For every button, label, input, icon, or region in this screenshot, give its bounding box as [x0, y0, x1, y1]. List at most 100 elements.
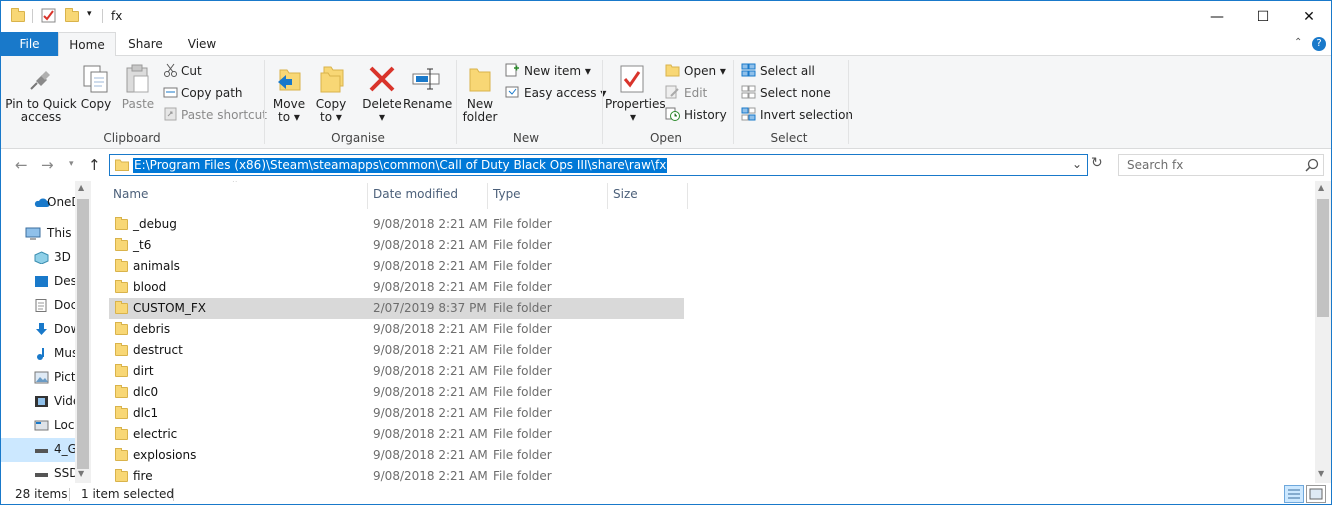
- file-date: 9/08/2018 2:21 AM: [373, 322, 488, 336]
- file-list-scroll-thumb[interactable]: [1317, 199, 1329, 317]
- file-row-selected[interactable]: CUSTOM_FX 2/07/2019 8:37 PM File folder: [109, 298, 684, 319]
- scroll-up-icon[interactable]: ▲: [78, 183, 84, 192]
- address-dropdown-chevron-icon[interactable]: ⌄: [1072, 157, 1082, 171]
- column-header-date-modified[interactable]: Date modified: [373, 187, 458, 201]
- desktop-icon: [34, 275, 49, 288]
- nav-item-local-disk[interactable]: Loc: [1, 414, 75, 438]
- nav-item-4g-drive[interactable]: 4_G: [1, 438, 77, 462]
- select-none-button[interactable]: Select none: [760, 86, 831, 100]
- new-folder-qat-icon[interactable]: [65, 8, 79, 22]
- column-header-type[interactable]: Type: [493, 187, 521, 201]
- folder-icon: [115, 301, 128, 314]
- file-row[interactable]: animals 9/08/2018 2:21 AM File folder: [109, 256, 684, 277]
- folder-icon: [115, 385, 128, 398]
- edit-button[interactable]: Edit: [684, 86, 707, 100]
- file-row[interactable]: dirt 9/08/2018 2:21 AM File folder: [109, 361, 684, 382]
- folder-icon: [115, 322, 128, 335]
- copy-to-button[interactable]: Copy to ▾: [311, 98, 351, 124]
- file-row[interactable]: _t6 9/08/2018 2:21 AM File folder: [109, 235, 684, 256]
- scroll-down-icon[interactable]: ▼: [1318, 469, 1324, 478]
- minimize-button[interactable]: —: [1194, 1, 1240, 32]
- ribbon: Pin to Quick access Copy Paste Cut Copy …: [1, 56, 1331, 149]
- nav-item-downloads[interactable]: Dow: [1, 318, 80, 342]
- history-button[interactable]: History: [684, 108, 727, 122]
- back-arrow-icon[interactable]: ←: [15, 156, 28, 174]
- nav-item-music[interactable]: Mus: [1, 342, 78, 366]
- search-input[interactable]: Search fx: [1127, 158, 1183, 172]
- new-item-button[interactable]: New item ▾: [524, 64, 591, 78]
- file-type: File folder: [493, 301, 552, 315]
- forward-arrow-icon[interactable]: →: [41, 156, 54, 174]
- nav-item-3d-objects[interactable]: 3D C: [1, 246, 83, 270]
- easy-access-button[interactable]: Easy access ▾: [524, 86, 606, 100]
- details-view-button[interactable]: [1284, 485, 1304, 503]
- help-icon[interactable]: ?: [1312, 37, 1326, 51]
- collapse-ribbon-icon[interactable]: ⌃: [1294, 37, 1302, 48]
- nav-pane-scroll-thumb[interactable]: [77, 199, 89, 469]
- pin-to-quick-access-button[interactable]: Pin to Quick access: [5, 98, 77, 124]
- rename-button[interactable]: Rename: [403, 98, 452, 111]
- column-header-size[interactable]: Size: [613, 187, 638, 201]
- tab-view[interactable]: View: [176, 32, 228, 56]
- new-group-label: New: [512, 131, 540, 145]
- file-row[interactable]: blood 9/08/2018 2:21 AM File folder: [109, 277, 684, 298]
- search-box[interactable]: Search fx: [1118, 154, 1324, 176]
- scroll-down-icon[interactable]: ▼: [78, 469, 84, 478]
- nav-item-documents[interactable]: Doc: [1, 294, 77, 318]
- invert-selection-button[interactable]: Invert selection: [760, 108, 853, 122]
- paste-shortcut-button[interactable]: Paste shortcut: [181, 108, 267, 122]
- up-arrow-icon[interactable]: ↑: [88, 156, 101, 174]
- file-type: File folder: [493, 427, 552, 441]
- file-row[interactable]: dlc1 9/08/2018 2:21 AM File folder: [109, 403, 684, 424]
- close-button[interactable]: ✕: [1286, 1, 1331, 32]
- tab-file[interactable]: File: [1, 32, 58, 56]
- address-path-input[interactable]: E:\Program Files (x86)\Steam\steamapps\c…: [133, 158, 668, 173]
- file-row[interactable]: _debug 9/08/2018 2:21 AM File folder: [109, 214, 684, 235]
- tab-home[interactable]: Home: [58, 32, 116, 57]
- nav-item-desktop[interactable]: Des: [1, 270, 77, 294]
- selection-count: 1 item selected: [81, 487, 175, 501]
- open-button[interactable]: Open ▾: [684, 64, 726, 78]
- recent-locations-chevron-icon[interactable]: ▾: [69, 159, 74, 169]
- copy-path-button[interactable]: Copy path: [181, 86, 243, 100]
- cut-button[interactable]: Cut: [181, 64, 202, 78]
- file-row[interactable]: dlc0 9/08/2018 2:21 AM File folder: [109, 382, 684, 403]
- select-all-button[interactable]: Select all: [760, 64, 815, 78]
- file-row[interactable]: fire 9/08/2018 2:21 AM File folder: [109, 466, 684, 483]
- move-to-button[interactable]: Move to ▾: [269, 98, 309, 124]
- copy-button[interactable]: Copy: [77, 98, 115, 111]
- select-none-icon: [741, 85, 756, 99]
- nav-item-ssd-drive[interactable]: SSD: [1, 462, 78, 483]
- properties-qat-icon[interactable]: [41, 8, 56, 23]
- details-view-icon: [1288, 489, 1300, 499]
- address-bar[interactable]: E:\Program Files (x86)\Steam\steamapps\c…: [109, 154, 1088, 176]
- nav-item-onedrive[interactable]: OneD: [1, 191, 81, 215]
- properties-button[interactable]: Properties ▾: [605, 98, 666, 124]
- tab-share[interactable]: Share: [118, 32, 173, 56]
- file-row[interactable]: destruct 9/08/2018 2:21 AM File folder: [109, 340, 684, 361]
- delete-button[interactable]: Delete ▾: [361, 98, 403, 124]
- window-folder-icon: [11, 8, 25, 22]
- file-row[interactable]: explosions 9/08/2018 2:21 AM File folder: [109, 445, 684, 466]
- new-folder-button[interactable]: New folder: [459, 98, 501, 124]
- nav-item-pictures[interactable]: Pict: [1, 366, 76, 390]
- column-divider[interactable]: [687, 183, 688, 209]
- file-list-scrollbar[interactable]: ▲ ▼: [1315, 181, 1331, 483]
- column-header-name[interactable]: Name: [113, 187, 148, 201]
- file-row[interactable]: debris 9/08/2018 2:21 AM File folder: [109, 319, 684, 340]
- nav-item-this-pc[interactable]: This I: [1, 222, 79, 246]
- nav-item-videos[interactable]: Vide: [1, 390, 80, 414]
- column-divider[interactable]: [607, 183, 608, 209]
- ribbon-tabs: File Home Share View ⌃ ?: [1, 32, 1331, 57]
- select-group-label: Select: [770, 131, 808, 145]
- file-row[interactable]: electric 9/08/2018 2:21 AM File folder: [109, 424, 684, 445]
- refresh-icon[interactable]: ↻: [1091, 155, 1103, 171]
- paste-button[interactable]: Paste: [118, 98, 158, 111]
- maximize-button[interactable]: ☐: [1240, 1, 1286, 32]
- customize-qat-icon[interactable]: ▾: [87, 9, 92, 19]
- scroll-up-icon[interactable]: ▲: [1318, 183, 1324, 192]
- large-icons-view-button[interactable]: [1306, 485, 1326, 503]
- column-divider[interactable]: [487, 183, 488, 209]
- copy-to-line2: to ▾: [320, 110, 342, 124]
- column-divider[interactable]: [367, 183, 368, 209]
